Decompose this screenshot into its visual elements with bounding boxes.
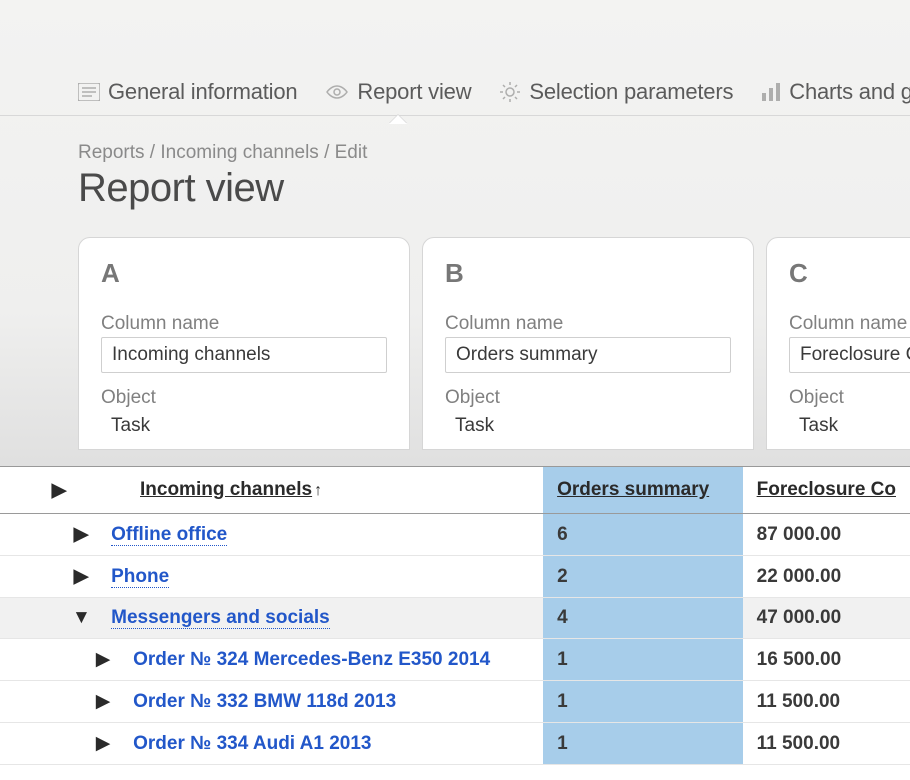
column-object-label: Object	[789, 387, 910, 409]
table-header-label: Orders summary	[557, 479, 709, 500]
group-link[interactable]: Phone	[111, 566, 169, 588]
expand-toggle[interactable]: ▶	[72, 565, 90, 588]
collapse-toggle[interactable]: ▼	[72, 607, 90, 629]
table-row[interactable]: ▶ Order № 334 Audi A1 2013 1 11 500.00	[0, 723, 910, 765]
cell-foreclosure: 22 000.00	[743, 556, 910, 598]
tab-selection-parameters[interactable]: Selection parameters	[499, 79, 733, 105]
bar-chart-icon	[761, 83, 781, 101]
cell-foreclosure: 47 000.00	[743, 598, 910, 639]
sort-indicator-icon: ↑	[314, 482, 322, 500]
cell-foreclosure: 11 500.00	[743, 723, 910, 765]
table-header-summary[interactable]: Orders summary	[543, 467, 743, 514]
table-row[interactable]: ▼ Messengers and socials 4 47 000.00	[0, 598, 910, 639]
cell-summary: 2	[543, 556, 743, 598]
column-object-value: Task	[445, 411, 731, 441]
gear-icon	[499, 81, 521, 103]
expand-all-toggle[interactable]: ▶	[50, 479, 68, 502]
table-row[interactable]: ▶ Phone 2 22 000.00	[0, 556, 910, 598]
expand-toggle[interactable]: ▶	[94, 690, 112, 713]
table-row[interactable]: ▶ Order № 332 BMW 118d 2013 1 11 500.00	[0, 681, 910, 723]
tab-charts[interactable]: Charts and gr	[761, 79, 910, 105]
expand-toggle[interactable]: ▶	[94, 732, 112, 755]
column-name-input[interactable]	[445, 337, 731, 373]
list-icon	[78, 83, 100, 101]
cell-summary: 6	[543, 514, 743, 556]
report-table-container: ▶ Incoming channels↑ Orders summary Fore…	[0, 466, 910, 780]
tab-label: Charts and gr	[789, 79, 910, 105]
column-name-label: Column name	[445, 313, 731, 335]
order-link[interactable]: Order № 332 BMW 118d 2013	[133, 691, 396, 712]
eye-icon	[325, 84, 349, 100]
column-card-a: A Column name Object Task	[78, 237, 410, 450]
table-header-label: Foreclosure Co	[757, 479, 896, 500]
tab-label: Report view	[357, 79, 471, 105]
order-link[interactable]: Order № 334 Audi A1 2013	[133, 733, 371, 754]
group-link[interactable]: Offline office	[111, 524, 227, 546]
cell-foreclosure: 87 000.00	[743, 514, 910, 556]
column-name-label: Column name	[101, 313, 387, 335]
cell-foreclosure: 11 500.00	[743, 681, 910, 723]
column-cards: A Column name Object Task B Column name …	[0, 211, 910, 450]
cell-summary: 4	[543, 598, 743, 639]
column-card-b: B Column name Object Task	[422, 237, 754, 450]
page-title: Report view	[78, 166, 910, 211]
column-object-label: Object	[445, 387, 731, 409]
tab-general-information[interactable]: General information	[78, 79, 297, 105]
tab-label: Selection parameters	[529, 79, 733, 105]
column-card-c: C Column name Object Task	[766, 237, 910, 450]
group-link[interactable]: Messengers and socials	[111, 607, 330, 629]
column-name-label: Column name	[789, 313, 910, 335]
column-object-label: Object	[101, 387, 387, 409]
report-table: ▶ Incoming channels↑ Orders summary Fore…	[0, 467, 910, 765]
table-row[interactable]: ▶ Order № 324 Mercedes-Benz E350 2014 1 …	[0, 639, 910, 681]
column-letter: B	[445, 258, 731, 289]
column-name-input[interactable]	[101, 337, 387, 373]
cell-summary: 1	[543, 723, 743, 765]
table-header-incoming[interactable]: ▶ Incoming channels↑	[0, 467, 543, 514]
cell-summary: 1	[543, 639, 743, 681]
tab-label: General information	[108, 79, 297, 105]
page-header: Reports / Incoming channels / Edit Repor…	[0, 116, 910, 211]
order-link[interactable]: Order № 324 Mercedes-Benz E350 2014	[133, 649, 490, 670]
column-object-value: Task	[789, 411, 910, 441]
table-row[interactable]: ▶ Offline office 6 87 000.00	[0, 514, 910, 556]
column-letter: C	[789, 258, 910, 289]
table-header-label: Incoming channels	[140, 479, 312, 500]
tab-report-view[interactable]: Report view	[325, 79, 471, 105]
column-object-value: Task	[101, 411, 387, 441]
breadcrumb[interactable]: Reports / Incoming channels / Edit	[78, 142, 910, 164]
column-letter: A	[101, 258, 387, 289]
tab-bar: General information Report view Selectio…	[0, 0, 910, 116]
expand-toggle[interactable]: ▶	[94, 648, 112, 671]
table-header-foreclosure[interactable]: Foreclosure Co	[743, 467, 910, 514]
expand-toggle[interactable]: ▶	[72, 523, 90, 546]
column-name-input[interactable]	[789, 337, 910, 373]
cell-foreclosure: 16 500.00	[743, 639, 910, 681]
cell-summary: 1	[543, 681, 743, 723]
